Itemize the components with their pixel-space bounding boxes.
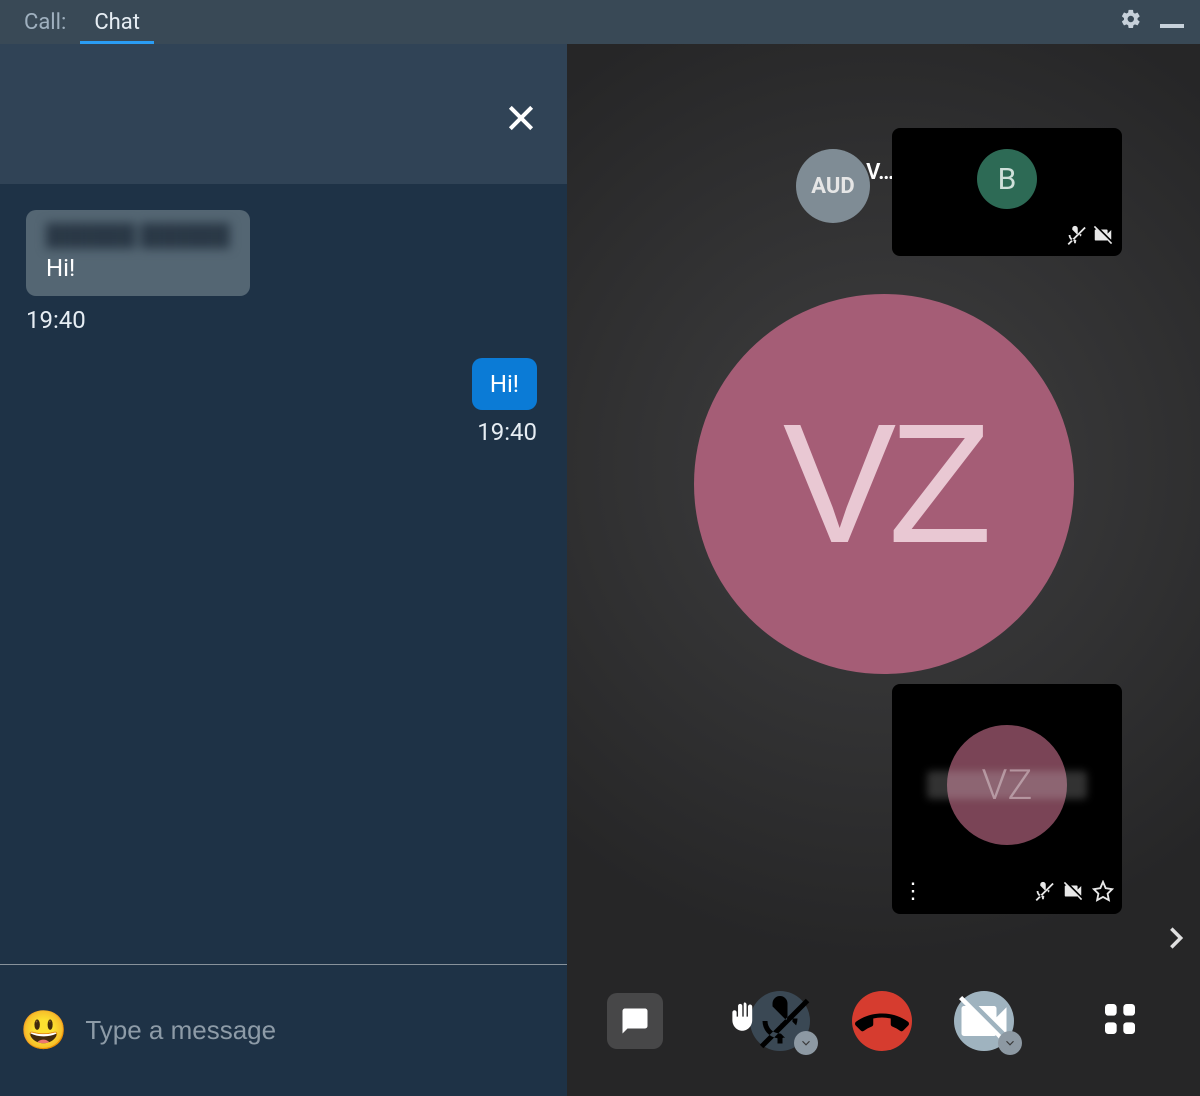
sender-name-redacted: ██████ ██████: [46, 224, 230, 248]
avatar-initials: VZ: [783, 386, 984, 582]
layout-grid-button[interactable]: [1100, 999, 1140, 1043]
chat-header: [0, 44, 567, 184]
video-panel: VZ AUD V… B VZ ⋮: [567, 44, 1200, 1096]
mic-muted-icon: [1032, 880, 1054, 906]
participant-thumbnail-b[interactable]: B: [892, 128, 1122, 256]
chat-panel: ██████ ██████ Hi! 19:40 Hi! 19:40 😃: [0, 44, 567, 1096]
self-thumbnail[interactable]: VZ ⋮: [892, 684, 1122, 914]
message-input[interactable]: [85, 1015, 547, 1046]
camera-button[interactable]: [954, 991, 1014, 1051]
tab-chat[interactable]: Chat: [80, 0, 154, 44]
next-page-icon[interactable]: [1162, 924, 1190, 956]
chevron-down-icon[interactable]: [998, 1031, 1022, 1055]
raise-hand-icon[interactable]: [726, 1001, 760, 1039]
message-time: 19:40: [26, 418, 537, 446]
emoji-icon[interactable]: 😃: [20, 1009, 67, 1053]
mute-button[interactable]: [750, 991, 810, 1051]
tab-call[interactable]: Call:: [10, 0, 80, 44]
camera-off-icon: [1092, 224, 1114, 250]
message-time: 19:40: [26, 306, 541, 334]
chat-toggle-button[interactable]: [607, 993, 663, 1049]
minimize-icon[interactable]: [1160, 16, 1190, 28]
participant-label-v: V…: [866, 160, 894, 185]
more-icon[interactable]: ⋮: [902, 879, 924, 904]
self-name-redacted: [927, 771, 1087, 799]
chevron-down-icon[interactable]: [794, 1031, 818, 1055]
avatar-initials: B: [977, 149, 1037, 209]
close-icon[interactable]: [505, 102, 537, 138]
camera-off-icon: [1062, 880, 1084, 906]
outgoing-message: Hi! 19:40: [26, 358, 541, 446]
participant-badge-aud[interactable]: AUD: [796, 149, 870, 223]
star-icon[interactable]: [1092, 880, 1114, 906]
call-controls: [567, 966, 1200, 1096]
composer: 😃: [0, 964, 567, 1096]
message-list: ██████ ██████ Hi! 19:40 Hi! 19:40: [0, 184, 567, 964]
message-text: Hi!: [472, 358, 537, 410]
message-text: Hi!: [46, 254, 230, 282]
mic-muted-icon: [1064, 224, 1086, 250]
main-participant-avatar: VZ: [694, 294, 1074, 674]
gear-icon[interactable]: [1120, 8, 1142, 36]
end-call-button[interactable]: [852, 991, 912, 1051]
incoming-message: ██████ ██████ Hi! 19:40: [26, 210, 541, 334]
top-tab-bar: Call: Chat: [0, 0, 1200, 44]
